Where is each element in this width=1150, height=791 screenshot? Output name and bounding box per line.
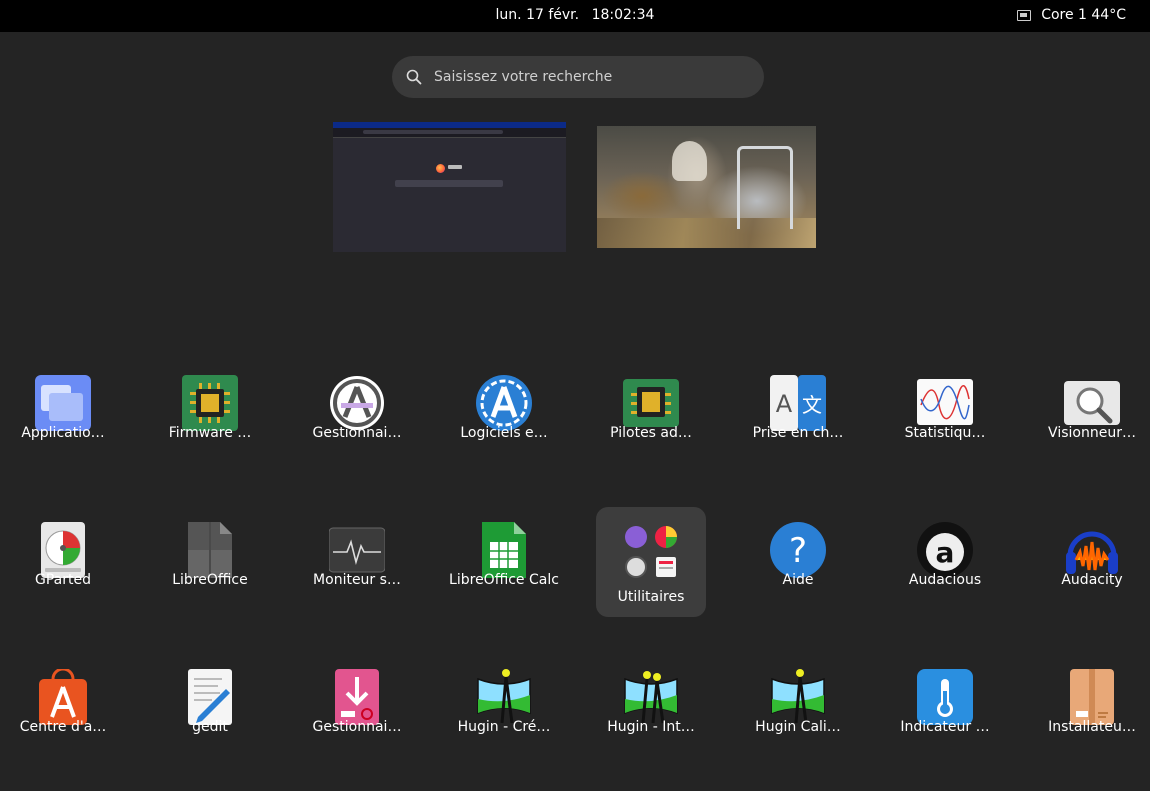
app-label: Logiciels e… bbox=[460, 425, 548, 441]
audacious-icon: a bbox=[917, 522, 973, 578]
app-audacity[interactable]: Audacity bbox=[1037, 505, 1147, 615]
firmware-chip-icon bbox=[182, 375, 238, 431]
app-label: Aide bbox=[782, 572, 814, 588]
package-manager-icon bbox=[335, 669, 379, 725]
libreoffice-icon bbox=[188, 522, 232, 578]
hugin-batch-icon bbox=[624, 671, 678, 724]
app-firmware[interactable]: Firmware … bbox=[155, 358, 265, 468]
utilities-folder-icon bbox=[625, 526, 677, 578]
app-temperature-indicator[interactable]: Indicateur … bbox=[890, 652, 1000, 762]
svg-text:A: A bbox=[776, 390, 793, 418]
app-label: Firmware … bbox=[168, 425, 252, 441]
cpu-chip-icon bbox=[1017, 9, 1032, 21]
app-applications[interactable]: Applicatio… bbox=[8, 358, 118, 468]
hugin-calibrate-icon bbox=[771, 669, 825, 724]
clock[interactable]: lun. 17 févr. 18:02:34 bbox=[0, 7, 1150, 23]
date-label: lun. 17 févr. bbox=[495, 7, 580, 23]
svg-text:a: a bbox=[936, 536, 955, 569]
thermometer-icon bbox=[917, 669, 973, 725]
time-label: 18:02:34 bbox=[591, 7, 655, 23]
package-installer-icon bbox=[1070, 669, 1114, 725]
drivers-chip-icon bbox=[623, 379, 679, 427]
system-tray[interactable]: Core 1 44°C bbox=[1017, 7, 1126, 23]
app-label: Moniteur s… bbox=[313, 572, 401, 588]
system-monitor-icon bbox=[329, 527, 385, 573]
firefox-icon bbox=[436, 164, 445, 173]
svg-text:?: ? bbox=[789, 531, 807, 571]
app-label: Centre d'a… bbox=[19, 719, 107, 735]
app-label: Audacious bbox=[908, 572, 982, 588]
temperature-label: Core 1 44°C bbox=[1041, 7, 1126, 23]
applications-icon bbox=[35, 375, 91, 431]
workspace-thumbnail-photo[interactable] bbox=[597, 126, 816, 248]
app-help[interactable]: ? Aide bbox=[743, 505, 853, 615]
app-gparted[interactable]: GParted bbox=[8, 505, 118, 615]
audacity-headphones-icon bbox=[1066, 531, 1118, 574]
top-bar: lun. 17 févr. 18:02:34 Core 1 44°C bbox=[0, 0, 1150, 32]
app-label: GParted bbox=[35, 572, 91, 588]
libreoffice-calc-icon bbox=[482, 522, 526, 578]
app-hugin-panorama[interactable]: Hugin - Cré… bbox=[449, 652, 559, 762]
app-package-manager[interactable]: Gestionnai… bbox=[302, 652, 412, 762]
app-label: Installateu… bbox=[1048, 719, 1136, 735]
app-libreoffice-calc[interactable]: LibreOffice Calc bbox=[449, 505, 559, 615]
app-hugin-calibrate[interactable]: Hugin Cali… bbox=[743, 652, 853, 762]
gedit-pencil-icon bbox=[188, 669, 232, 725]
workspace-thumbnail-firefox[interactable] bbox=[333, 122, 566, 252]
app-viewer[interactable]: Visionneur… bbox=[1037, 358, 1147, 468]
app-label: Hugin - Cré… bbox=[457, 719, 551, 735]
app-label: Hugin Cali… bbox=[755, 719, 841, 735]
app-label: Gestionnai… bbox=[312, 425, 402, 441]
app-audacious[interactable]: a Audacious bbox=[890, 505, 1000, 615]
app-label: Gestionnai… bbox=[312, 719, 402, 735]
search-input[interactable] bbox=[434, 69, 734, 85]
search-icon bbox=[406, 69, 422, 85]
app-label: Statistiqu… bbox=[904, 425, 986, 441]
app-label: Audacity bbox=[1061, 572, 1123, 588]
language-support-icon: A文 bbox=[770, 375, 826, 431]
app-label: LibreOffice bbox=[172, 572, 248, 588]
app-language-support[interactable]: A文 Prise en ch… bbox=[743, 358, 853, 468]
software-manager-icon bbox=[330, 376, 384, 430]
app-software-updates[interactable]: Logiciels e… bbox=[449, 358, 559, 468]
app-gedit[interactable]: gedit bbox=[155, 652, 265, 762]
viewer-magnifier-icon bbox=[1064, 381, 1120, 425]
app-software-manager[interactable]: Gestionnai… bbox=[302, 358, 412, 468]
hugin-panorama-icon bbox=[477, 669, 531, 724]
app-label: LibreOffice Calc bbox=[449, 572, 559, 588]
statistics-chart-icon bbox=[917, 379, 973, 425]
search-bar[interactable] bbox=[392, 56, 764, 98]
app-statistics[interactable]: Statistiqu… bbox=[890, 358, 1000, 468]
app-label: Pilotes ad… bbox=[610, 425, 692, 441]
app-drivers[interactable]: Pilotes ad… bbox=[596, 358, 706, 468]
folder-utilities[interactable]: Utilitaires bbox=[596, 507, 706, 617]
app-package-installer[interactable]: Installateu… bbox=[1037, 652, 1147, 762]
gparted-disk-icon bbox=[41, 522, 85, 578]
app-label: Applicatio… bbox=[21, 425, 105, 441]
app-label: Hugin - Int… bbox=[607, 719, 695, 735]
app-label: Utilitaires bbox=[617, 589, 685, 605]
app-label: Indicateur … bbox=[900, 719, 990, 735]
app-label: gedit bbox=[192, 719, 228, 735]
software-updates-icon bbox=[476, 375, 532, 431]
app-software-center[interactable]: Centre d'a… bbox=[8, 652, 118, 762]
software-center-bag-icon bbox=[39, 669, 87, 725]
app-libreoffice[interactable]: LibreOffice bbox=[155, 505, 265, 615]
app-label: Visionneur… bbox=[1048, 425, 1136, 441]
svg-text:文: 文 bbox=[802, 393, 822, 417]
app-system-monitor[interactable]: Moniteur s… bbox=[302, 505, 412, 615]
app-label: Prise en ch… bbox=[752, 425, 844, 441]
help-question-icon: ? bbox=[770, 522, 826, 578]
app-hugin-batch[interactable]: Hugin - Int… bbox=[596, 652, 706, 762]
